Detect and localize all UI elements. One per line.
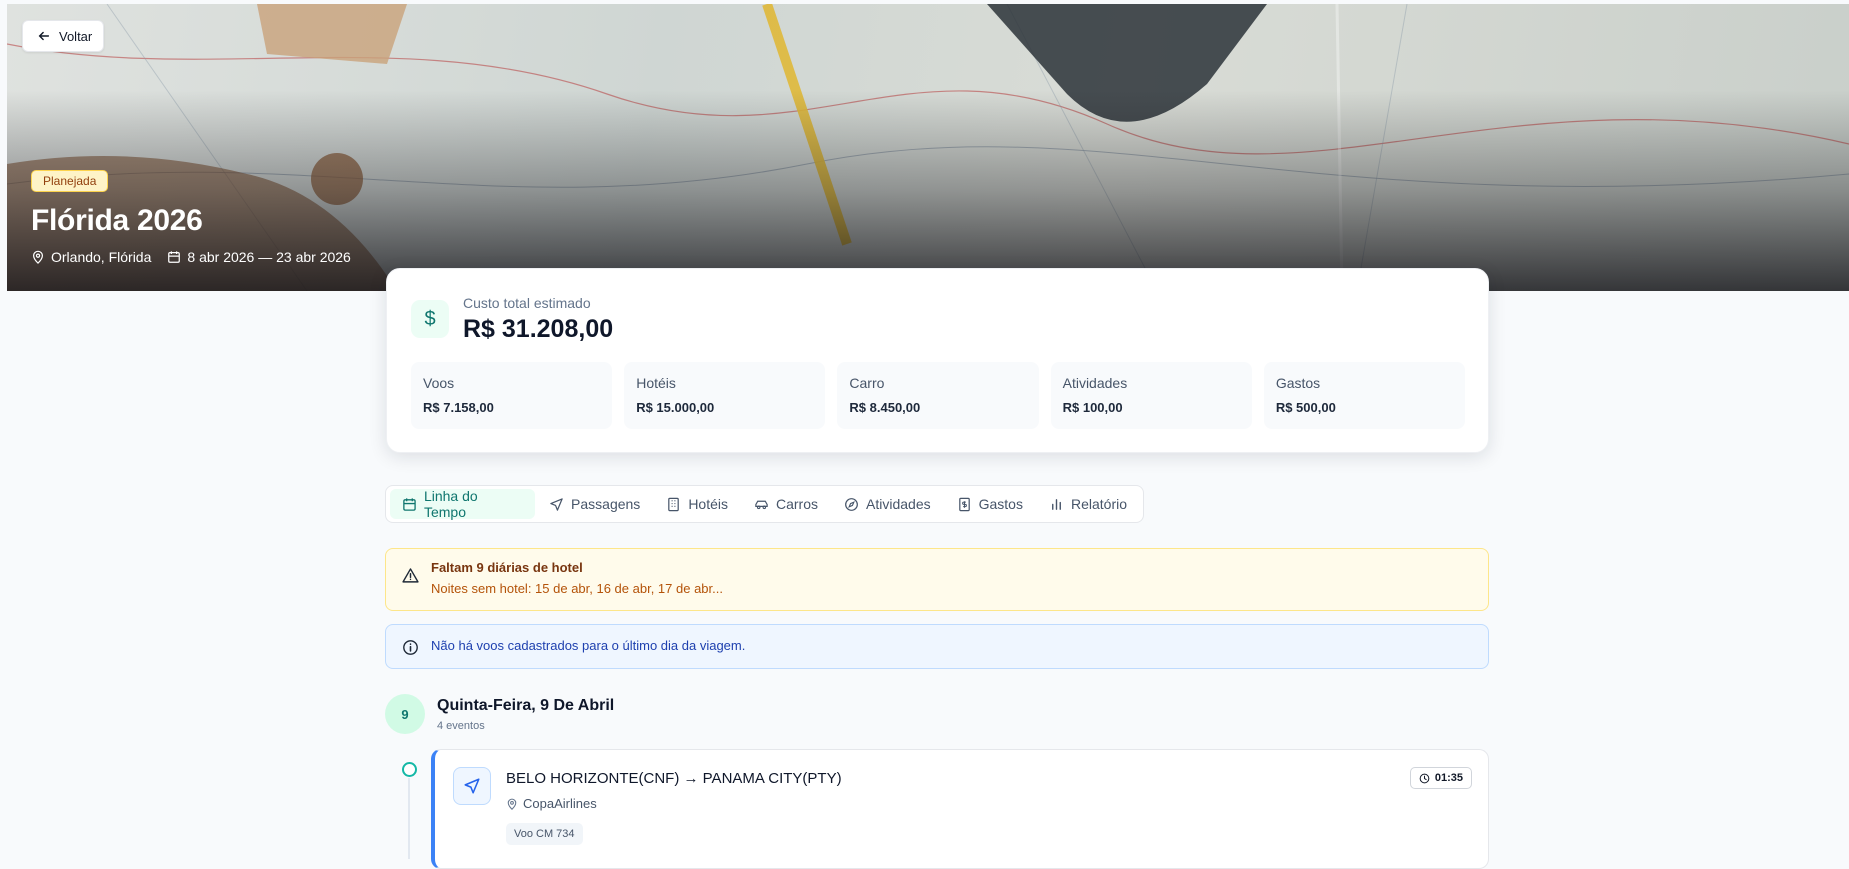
cost-item-hotels: Hotéis R$ 15.000,00	[624, 362, 826, 429]
flight-duration-text: 01:35	[1434, 772, 1463, 784]
hero-shade	[7, 4, 1849, 291]
timeline-dot	[402, 762, 417, 777]
cost-item-value: R$ 7.158,00	[423, 400, 494, 415]
day-title: Quinta-Feira, 9 De Abril	[437, 697, 615, 714]
info-icon	[403, 640, 418, 655]
cost-summary-card: $ Custo total estimado R$ 31.208,00 Voos…	[386, 268, 1489, 453]
flight-number-badge: Voo CM 734	[506, 823, 583, 845]
tab-label: Passagens	[571, 496, 641, 512]
tab-flights[interactable]: Passagens	[537, 489, 652, 519]
tab-timeline[interactable]: Linha do Tempo	[390, 488, 536, 520]
flight-route: BELO HORIZONTE(CNF) → PANAMA CITY(PTY)	[506, 770, 842, 787]
plane-icon	[453, 767, 491, 805]
compass-icon	[845, 497, 858, 511]
cost-item-car: Carro R$ 8.450,00	[837, 362, 1039, 429]
cost-item-value: R$ 15.000,00	[636, 400, 715, 415]
missing-flight-alert: Não há voos cadastrados para o último di…	[385, 624, 1489, 669]
bar-chart-icon	[1052, 498, 1061, 510]
tab-activities[interactable]: Atividades	[832, 489, 943, 519]
page-title: Flórida 2026	[31, 204, 203, 237]
timeline-line	[408, 778, 410, 859]
plane-icon	[550, 497, 563, 511]
flight-duration-badge: 01:35	[1409, 767, 1472, 789]
cost-item-label: Atividades	[1062, 375, 1128, 391]
tab-label: Hotéis	[688, 496, 728, 512]
back-button-label: Voltar	[59, 28, 93, 44]
map-pin-icon	[33, 250, 43, 264]
trip-tabs: Linha do Tempo Passagens Hotéis Carros A…	[385, 485, 1144, 523]
trip-dates: 8 abr 2026 — 23 abr 2026	[167, 249, 351, 265]
map-pin-icon	[507, 798, 517, 810]
cost-item-value: R$ 500,00	[1275, 400, 1336, 415]
cost-item-label: Carro	[849, 375, 885, 391]
tab-hotels[interactable]: Hotéis	[654, 489, 740, 519]
trip-meta: Orlando, Flórida 8 abr 2026 — 23 abr 202…	[31, 249, 351, 265]
tab-label: Atividades	[866, 496, 931, 512]
cost-total-value: R$ 31.208,00	[463, 315, 614, 343]
calendar-icon	[403, 497, 416, 511]
day-number: 9	[385, 694, 425, 734]
tab-label: Gastos	[978, 496, 1023, 512]
trip-location: Orlando, Flórida	[31, 249, 151, 265]
tab-label: Carros	[776, 496, 819, 512]
tab-expenses[interactable]: Gastos	[945, 489, 1035, 519]
cost-total-label: Custo total estimado	[463, 295, 591, 311]
tab-cars[interactable]: Carros	[742, 489, 830, 519]
status-badge: Planejada	[31, 170, 109, 192]
tab-report[interactable]: Relatório	[1037, 489, 1139, 519]
arrow-left-icon	[38, 31, 50, 41]
flight-event-card[interactable]: BELO HORIZONTE(CNF) → PANAMA CITY(PTY) C…	[431, 749, 1489, 869]
calendar-icon	[168, 251, 181, 263]
cost-item-flights: Voos R$ 7.158,00	[411, 362, 613, 429]
flight-airline-text: CopaAirlines	[523, 796, 597, 811]
trip-cover-image	[7, 4, 1849, 291]
cost-item-expenses: Gastos R$ 500,00	[1263, 362, 1466, 429]
tab-label: Relatório	[1070, 496, 1127, 512]
alert-detail: Noites sem hotel: 15 de abr, 16 de abr, …	[431, 581, 723, 596]
dollar-icon: $	[411, 300, 449, 338]
cost-item-label: Hotéis	[636, 375, 676, 391]
cost-item-value: R$ 8.450,00	[849, 400, 921, 415]
alert-text: Não há voos cadastrados para o último di…	[431, 638, 746, 653]
back-button[interactable]: Voltar	[22, 20, 104, 52]
trip-dates-text: 8 abr 2026 — 23 abr 2026	[187, 249, 351, 265]
flight-airline: CopaAirlines	[506, 796, 597, 811]
day-event-count: 4 eventos	[437, 720, 485, 732]
cost-item-label: Gastos	[1275, 375, 1321, 391]
cost-breakdown: Voos R$ 7.158,00 Hotéis R$ 15.000,00 Car…	[411, 362, 1466, 429]
alert-title: Faltam 9 diárias de hotel	[431, 560, 583, 575]
missing-hotel-alert: Faltam 9 diárias de hotel Noites sem hot…	[385, 548, 1489, 611]
cost-item-activities: Atividades R$ 100,00	[1050, 362, 1252, 429]
cost-item-label: Voos	[423, 375, 455, 391]
trip-location-text: Orlando, Flórida	[51, 249, 152, 265]
warning-icon	[402, 568, 419, 583]
receipt-icon	[958, 497, 970, 511]
car-icon	[755, 500, 768, 509]
clock-icon	[1419, 773, 1430, 783]
building-icon	[668, 497, 680, 511]
tab-label: Linha do Tempo	[423, 488, 478, 520]
cost-item-value: R$ 100,00	[1062, 400, 1123, 415]
